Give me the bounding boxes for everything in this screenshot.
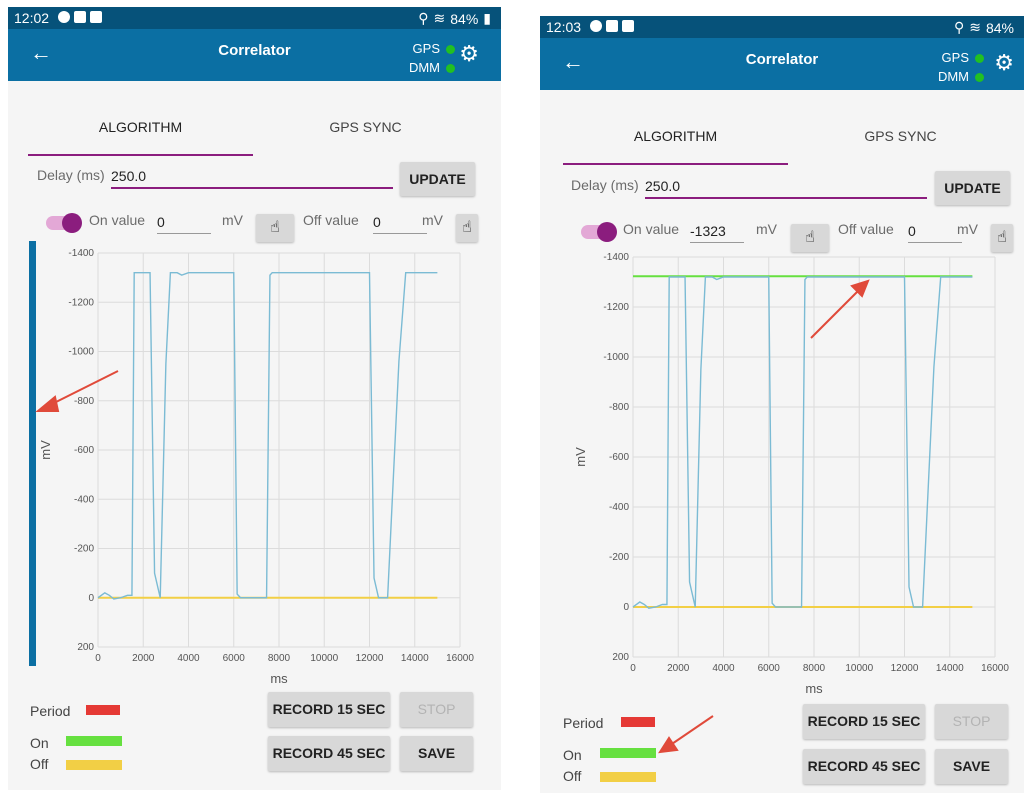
annotation-overlay <box>35 279 870 754</box>
annotation-arrow-head <box>35 395 60 412</box>
annotation-arrow <box>35 370 119 412</box>
annotation-arrow <box>658 715 714 754</box>
annotation-arrow-head <box>658 736 679 754</box>
annotation-arrow <box>810 279 870 339</box>
annotation-arrow-shaft <box>810 285 864 339</box>
